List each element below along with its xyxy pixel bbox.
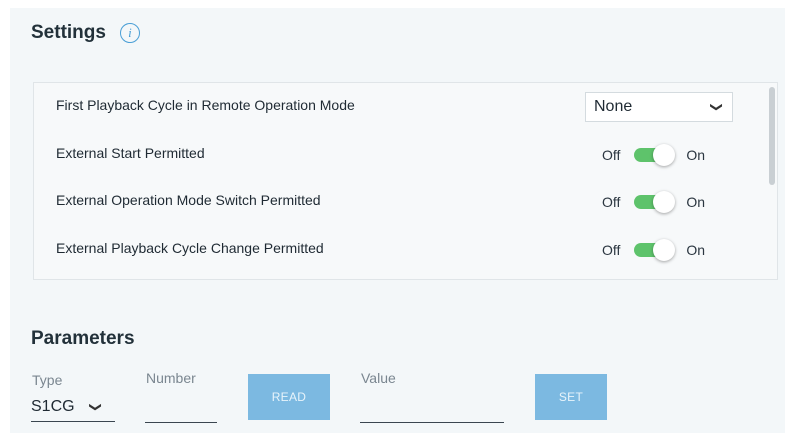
toggle-off-label: Off (602, 147, 621, 163)
set-button[interactable]: SET (535, 374, 607, 420)
read-button[interactable]: READ (248, 374, 330, 420)
first-playback-cycle-value: None (594, 98, 633, 115)
toggle-thumb (653, 239, 676, 261)
number-label: Number (146, 370, 196, 386)
external-playback-cycle-toggle-group: Off On (602, 238, 705, 262)
chevron-down-icon: ❯ (709, 101, 724, 113)
type-value: S1CG (31, 397, 75, 415)
number-input[interactable] (145, 393, 217, 423)
external-operation-mode-label: External Operation Mode Switch Permitted (56, 192, 321, 208)
toggle-thumb (653, 144, 676, 166)
toggle-off-label: Off (602, 194, 621, 210)
parameters-title: Parameters (31, 328, 135, 349)
toggle-on-label: On (686, 147, 706, 163)
external-playback-cycle-label: External Playback Cycle Change Permitted (56, 240, 324, 256)
toggle-on-label: On (686, 194, 706, 210)
external-playback-cycle-toggle[interactable] (634, 239, 676, 261)
settings-scrollbar[interactable] (769, 87, 775, 185)
first-playback-cycle-select[interactable]: None ❯ (585, 92, 733, 122)
external-start-toggle-group: Off On (602, 143, 705, 167)
type-label: Type (32, 372, 63, 388)
settings-panel: First Playback Cycle in Remote Operation… (33, 82, 778, 280)
toggle-on-label: On (686, 242, 706, 258)
chevron-down-icon: ❯ (88, 401, 103, 412)
external-operation-mode-toggle-group: Off On (602, 190, 705, 214)
info-icon[interactable]: i (119, 23, 140, 43)
settings-card: Settings i First Playback Cycle in Remot… (10, 8, 785, 433)
value-input[interactable] (360, 393, 504, 423)
first-playback-cycle-label: First Playback Cycle in Remote Operation… (56, 97, 355, 113)
toggle-thumb (653, 191, 676, 213)
type-select[interactable]: S1CG ❯ (31, 392, 115, 422)
external-start-label: External Start Permitted (56, 145, 205, 161)
toggle-off-label: Off (602, 242, 621, 258)
value-label: Value (361, 370, 396, 386)
external-operation-mode-toggle[interactable] (634, 191, 676, 213)
settings-title: Settings (31, 22, 106, 43)
external-start-toggle[interactable] (634, 144, 676, 166)
settings-header: Settings i (31, 22, 140, 44)
